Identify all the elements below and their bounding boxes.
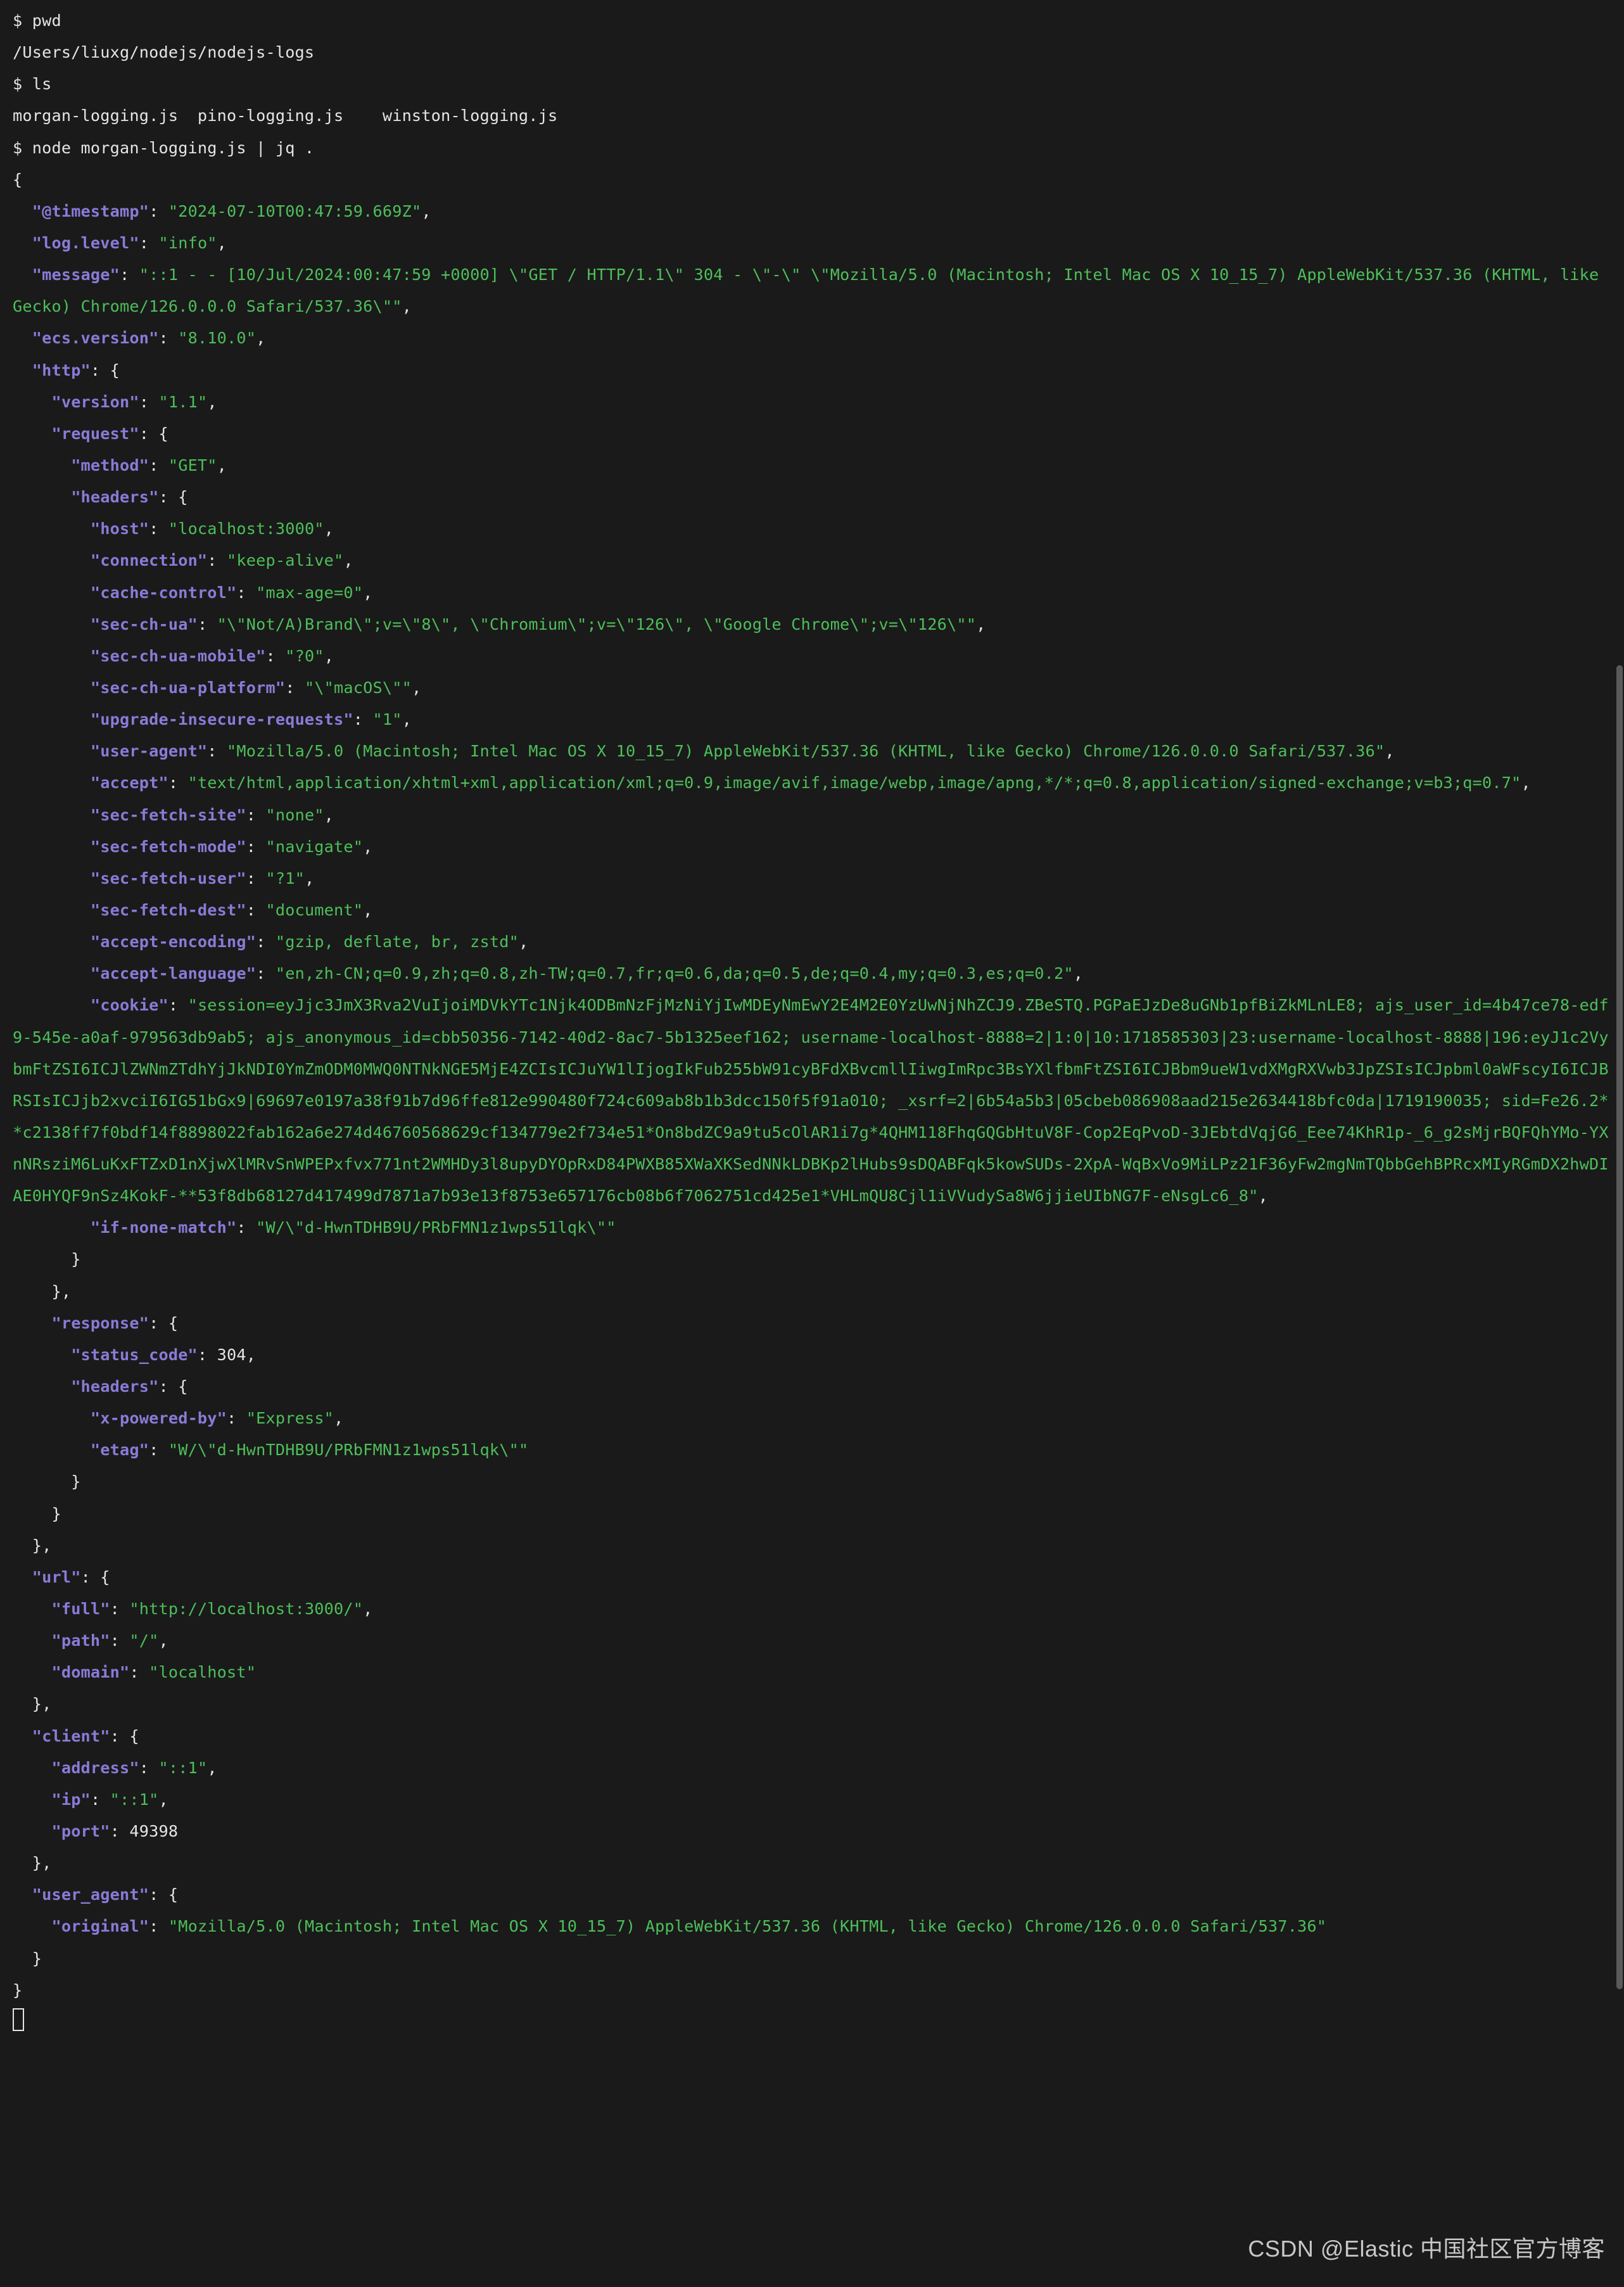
scrollbar[interactable] — [1616, 665, 1623, 1989]
ls-output: morgan-logging.js pino-logging.js winsto… — [13, 106, 557, 125]
json-value: "W/\"d-HwnTDHB9U/PRbFMN1z1wps51lqk\"" — [168, 1441, 528, 1459]
json-key: "accept" — [91, 774, 168, 792]
brace: } — [51, 1505, 61, 1523]
json-value: "localhost" — [149, 1663, 256, 1681]
json-key: "ecs.version" — [32, 329, 159, 347]
json-value: "localhost:3000" — [168, 519, 324, 538]
json-key: "sec-fetch-mode" — [91, 838, 246, 856]
json-key: "message" — [32, 265, 120, 284]
json-key: "headers" — [71, 488, 158, 506]
json-key: "method" — [71, 456, 149, 475]
json-value: "::1" — [110, 1790, 159, 1809]
brace: }, — [32, 1536, 52, 1555]
json-value: "keep-alive" — [227, 551, 343, 570]
json-value: "navigate" — [265, 838, 363, 856]
json-key: "client" — [32, 1727, 110, 1745]
json-key: "version" — [51, 393, 139, 411]
json-key: "sec-ch-ua-platform" — [91, 678, 285, 697]
prompt: $ — [13, 75, 32, 93]
json-key: "port" — [51, 1822, 110, 1840]
brace: } — [71, 1472, 80, 1491]
json-key: "etag" — [91, 1441, 149, 1459]
brace: } — [13, 1981, 22, 1999]
json-value: "1" — [373, 710, 402, 729]
json-key: "path" — [51, 1631, 110, 1650]
json-value: "gzip, deflate, br, zstd" — [276, 933, 519, 951]
json-key: "address" — [51, 1759, 139, 1777]
json-key: "domain" — [51, 1663, 129, 1681]
json-value: "Mozilla/5.0 (Macintosh; Intel Mac OS X … — [227, 742, 1385, 760]
json-key: "accept-encoding" — [91, 933, 256, 951]
json-key: "cache-control" — [91, 583, 236, 602]
cmd-pwd: pwd — [32, 11, 61, 30]
json-key: "sec-ch-ua-mobile" — [91, 647, 266, 665]
brace: } — [32, 1949, 42, 1968]
json-value: "http://localhost:3000/" — [129, 1600, 363, 1618]
brace: } — [71, 1250, 80, 1268]
json-key: "ip" — [51, 1790, 90, 1809]
json-key: "if-none-match" — [91, 1218, 236, 1237]
json-key: "request" — [51, 424, 139, 443]
prompt: $ — [13, 11, 32, 30]
json-key: "x-powered-by" — [91, 1409, 227, 1427]
brace: }, — [32, 1695, 52, 1713]
json-key: "accept-language" — [91, 964, 256, 983]
brace: }, — [32, 1854, 52, 1872]
json-value: "document" — [265, 901, 363, 919]
json-key: "url" — [32, 1568, 81, 1586]
json-value: "\"macOS\"" — [305, 678, 412, 697]
json-key: "response" — [51, 1314, 149, 1332]
json-value: "::1" — [158, 1759, 207, 1777]
json-value: "Express" — [246, 1409, 334, 1427]
watermark-text: CSDN @Elastic 中国社区官方博客 — [1248, 2226, 1605, 2272]
json-key: "sec-fetch-site" — [91, 806, 246, 824]
pwd-output: /Users/liuxg/nodejs/nodejs-logs — [13, 43, 314, 61]
json-key: "user_agent" — [32, 1885, 149, 1904]
json-value: "en,zh-CN;q=0.9,zh;q=0.8,zh-TW;q=0.7,fr;… — [276, 964, 1074, 983]
json-key: "headers" — [71, 1377, 158, 1396]
json-key: "connection" — [91, 551, 207, 570]
json-value: "/" — [129, 1631, 158, 1650]
json-key: "sec-ch-ua" — [91, 615, 198, 634]
json-value: "8.10.0" — [178, 329, 256, 347]
json-value: "1.1" — [158, 393, 207, 411]
json-key: "log.level" — [32, 234, 139, 252]
json-key: "cookie" — [91, 996, 168, 1014]
brace: { — [13, 170, 22, 189]
json-value: 304 — [217, 1346, 246, 1364]
json-value: "Mozilla/5.0 (Macintosh; Intel Mac OS X … — [168, 1917, 1326, 1935]
json-key: "http" — [32, 361, 91, 379]
brace: }, — [51, 1282, 71, 1301]
json-value: "?1" — [265, 869, 304, 888]
json-value: "W/\"d-HwnTDHB9U/PRbFMN1z1wps51lqk\"" — [256, 1218, 616, 1237]
terminal-output[interactable]: $ pwd /Users/liuxg/nodejs/nodejs-logs $ … — [0, 0, 1624, 2287]
json-value: "text/html,application/xhtml+xml,applica… — [188, 774, 1521, 792]
json-key: "original" — [51, 1917, 149, 1935]
json-value: "GET" — [168, 456, 217, 475]
cursor-icon — [13, 2008, 24, 2031]
prompt: $ — [13, 139, 32, 157]
json-key: "upgrade-insecure-requests" — [91, 710, 353, 729]
json-value: "session=eyJjc3JmX3Rva2VuIjoiMDVkYTc1Njk… — [13, 996, 1609, 1205]
json-value: "\"Not/A)Brand\";v=\"8\", \"Chromium\";v… — [217, 615, 976, 634]
json-key: "sec-fetch-user" — [91, 869, 246, 888]
json-key: "@timestamp" — [32, 202, 149, 220]
json-key: "host" — [91, 519, 149, 538]
json-key: "user-agent" — [91, 742, 207, 760]
json-key: "full" — [51, 1600, 110, 1618]
cmd-node: node morgan-logging.js | jq . — [32, 139, 315, 157]
json-value: "none" — [265, 806, 324, 824]
json-key: "status_code" — [71, 1346, 198, 1364]
json-value: "::1 - - [10/Jul/2024:00:47:59 +0000] \"… — [13, 265, 1609, 315]
cmd-ls: ls — [32, 75, 52, 93]
json-key: "sec-fetch-dest" — [91, 901, 246, 919]
json-value: 49398 — [129, 1822, 178, 1840]
json-value: "?0" — [285, 647, 324, 665]
json-value: "2024-07-10T00:47:59.669Z" — [168, 202, 421, 220]
json-value: "info" — [158, 234, 217, 252]
json-value: "max-age=0" — [256, 583, 363, 602]
